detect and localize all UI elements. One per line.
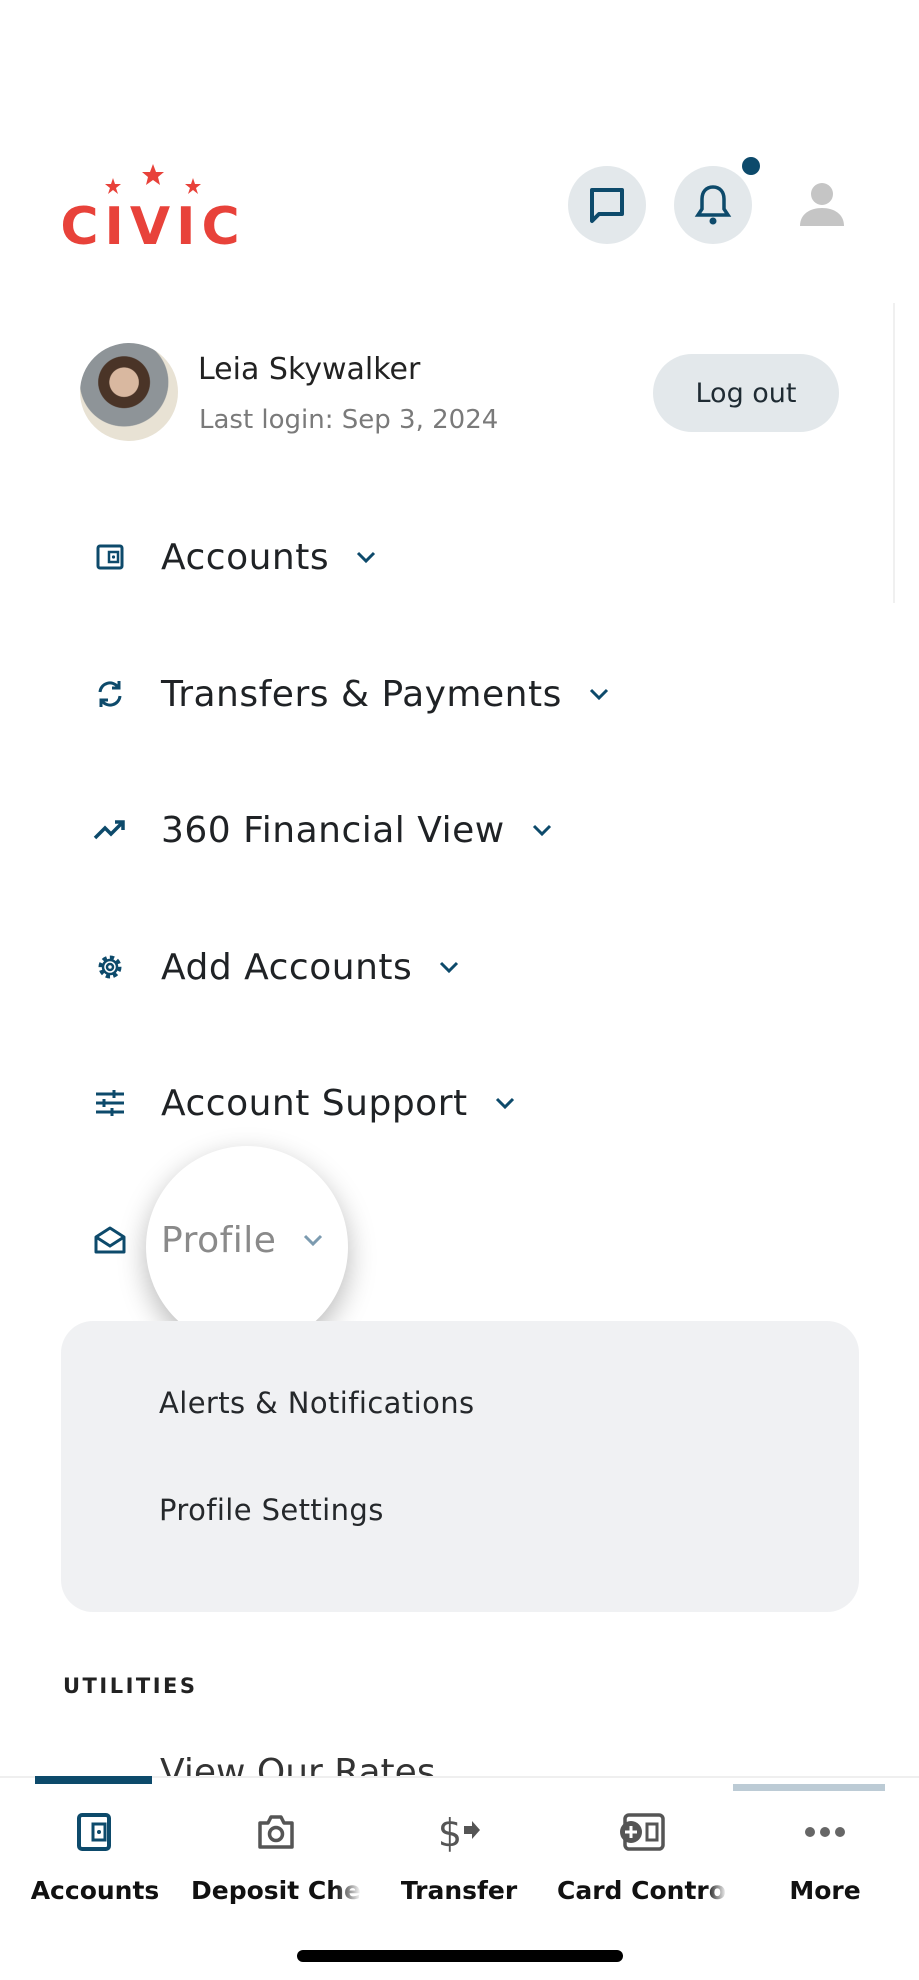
sliders-icon xyxy=(90,1083,130,1123)
menu-item-profile[interactable]: Profile xyxy=(90,1210,324,1270)
trending-up-icon xyxy=(90,810,130,850)
menu-label: Profile xyxy=(161,1219,277,1261)
notification-dot xyxy=(742,157,760,175)
nav-label: Card Control xyxy=(557,1876,727,1905)
envelope-open-icon xyxy=(90,1220,130,1260)
nav-deposit-check[interactable]: Deposit Chec xyxy=(186,1778,366,1905)
submenu-alerts-notifications[interactable]: Alerts & Notifications xyxy=(159,1386,475,1420)
nav-card-control[interactable]: Card Control xyxy=(552,1778,732,1905)
side-edge xyxy=(893,303,895,603)
chevron-down-icon xyxy=(495,1097,514,1110)
menu-label: Accounts xyxy=(161,536,330,578)
submenu-profile-settings[interactable]: Profile Settings xyxy=(159,1493,384,1527)
wallet-icon xyxy=(77,1813,111,1851)
more-dots-icon xyxy=(805,1827,845,1837)
last-login: Last login: Sep 3, 2024 xyxy=(199,405,499,435)
menu-item-transfers-payments[interactable]: Transfers & Payments xyxy=(90,664,610,724)
utilities-heading: UTILITIES xyxy=(63,1674,198,1698)
nav-transfer[interactable]: $ Transfer xyxy=(369,1778,549,1905)
menu-item-accounts[interactable]: Accounts xyxy=(90,527,377,587)
chevron-down-icon xyxy=(357,551,376,564)
svg-text:CIVIC: CIVIC xyxy=(60,197,245,250)
nav-label: Transfer xyxy=(400,1876,518,1905)
nav-label: More xyxy=(789,1876,861,1905)
nav-label: Deposit Chec xyxy=(191,1876,361,1905)
chevron-down-icon xyxy=(589,688,608,701)
chevron-down-icon xyxy=(532,824,551,837)
menu-label: 360 Financial View xyxy=(161,809,505,851)
menu-label: Transfers & Payments xyxy=(161,673,562,715)
person-icon[interactable] xyxy=(798,180,846,226)
menu-label: Account Support xyxy=(161,1082,468,1124)
chat-icon xyxy=(590,188,624,223)
sync-icon xyxy=(90,674,130,714)
wallet-icon xyxy=(90,537,130,577)
avatar xyxy=(80,343,178,441)
user-name: Leia Skywalker xyxy=(198,352,421,387)
nav-accounts[interactable]: Accounts xyxy=(5,1778,185,1905)
chat-button[interactable] xyxy=(568,166,646,244)
home-indicator xyxy=(297,1950,623,1962)
view-our-rates-link[interactable]: View Our Rates xyxy=(110,1752,436,1776)
logout-button[interactable]: Log out xyxy=(653,354,839,432)
chevron-down-icon xyxy=(304,1234,323,1247)
menu-item-add-accounts[interactable]: Add Accounts xyxy=(90,937,460,997)
civic-logo: CIVIC xyxy=(60,164,245,250)
menu-item-account-support[interactable]: Account Support xyxy=(90,1073,516,1133)
card-plus-icon xyxy=(620,1813,665,1851)
notifications-button[interactable] xyxy=(674,166,752,244)
dollar-transfer-icon: $ xyxy=(438,1811,480,1854)
menu-label: Add Accounts xyxy=(161,946,413,988)
chevron-down-icon xyxy=(440,961,459,974)
bell-icon xyxy=(694,185,732,225)
gear-icon xyxy=(90,947,130,987)
rates-label: View Our Rates xyxy=(160,1752,436,1776)
nav-label: Accounts xyxy=(30,1876,160,1905)
camera-icon xyxy=(258,1815,294,1849)
profile-submenu xyxy=(61,1321,859,1612)
svg-text:$: $ xyxy=(438,1811,462,1854)
nav-more[interactable]: More xyxy=(735,1778,915,1905)
menu-item-360-financial-view[interactable]: 360 Financial View xyxy=(90,800,553,860)
